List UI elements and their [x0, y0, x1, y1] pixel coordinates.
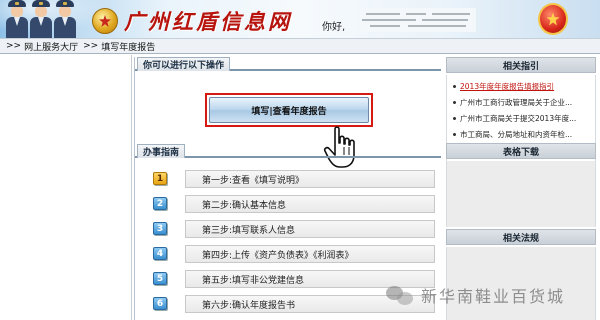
wechat-logo-icon	[386, 284, 416, 306]
step-2-link[interactable]: 第二步:确认基本信息	[185, 195, 435, 213]
guide-link-text[interactable]: 广州市工商行政管理局关于企业...	[460, 97, 572, 108]
officer-figure-2	[30, 0, 52, 38]
step-number-badge: 3	[153, 222, 167, 235]
step-number-badge: 1	[153, 172, 167, 185]
greeting-text: 你好,	[322, 22, 346, 33]
bullet-icon	[453, 100, 456, 104]
guide-link-text[interactable]: 2013年度年度报告填报指引	[460, 81, 554, 92]
guide-link-text[interactable]: 广州市工商局关于提交2013年度...	[460, 113, 576, 124]
guide-links-title: 相关指引	[446, 57, 596, 73]
officer-figure-1	[6, 0, 28, 38]
step-number-badge: 2	[153, 197, 167, 210]
step-1-link[interactable]: 第一步:查看《填写说明》	[185, 170, 435, 188]
guide-link-item[interactable]: 市工商局、分局地址和内资年检...	[453, 128, 593, 140]
gold-emblem-icon	[92, 8, 118, 34]
ops-box: 填写|查看年度报告	[135, 73, 441, 168]
list-item: 4 第四步:上传《资产负债表》《利润表》	[135, 244, 441, 264]
bullet-icon	[453, 84, 456, 88]
breadcrumb-link-service-hall[interactable]: 网上服务大厅	[24, 40, 78, 53]
step-4-link[interactable]: 第四步:上传《资产负债表》《利润表》	[185, 245, 435, 263]
guide-link-item[interactable]: 广州市工商局关于提交2013年度...	[453, 112, 593, 124]
masked-username-area	[360, 8, 476, 32]
bullet-icon	[453, 116, 456, 120]
breadcrumb: >> 网上服务大厅 >> 填写年度报告	[0, 38, 600, 54]
list-item: 1 第一步:查看《填写说明》	[135, 169, 441, 189]
breadcrumb-separator: >>	[83, 41, 99, 51]
related-laws-title: 相关法规	[446, 229, 596, 245]
main-panel: 你可以进行以下操作 填写|查看年度报告 办事指南 1 第一步:查看《填写说明》 …	[134, 57, 441, 320]
guide-link-text[interactable]: 市工商局、分局地址和内资年检...	[460, 129, 572, 140]
watermark-text: 新华南鞋业百货城	[421, 287, 566, 306]
forms-download-title: 表格下载	[446, 143, 596, 159]
site-title-group: 广州红盾信息网	[92, 6, 292, 36]
guide-link-item[interactable]: 2013年度年度报告填报指引	[453, 80, 593, 92]
guide-section-tab: 办事指南	[137, 144, 186, 158]
breadcrumb-separator: >>	[6, 41, 22, 51]
officer-figure-3	[54, 0, 76, 38]
right-sidebar: 相关指引 2013年度年度报告填报指引 广州市工商行政管理局关于企业... 广州…	[446, 57, 600, 320]
list-item: 2 第二步:确认基本信息	[135, 194, 441, 214]
ops-section-header: 你可以进行以下操作	[135, 57, 441, 71]
wechat-watermark: 新华南鞋业百货城	[386, 282, 598, 308]
list-item: 3 第三步:填写联系人信息	[135, 219, 441, 239]
site-header-banner: 广州红盾信息网 你好,	[0, 0, 600, 38]
fill-annual-report-button[interactable]: 填写|查看年度报告	[209, 97, 369, 123]
ops-section-tab: 你可以进行以下操作	[137, 57, 231, 71]
bullet-icon	[453, 132, 456, 136]
breadcrumb-current-annual-report[interactable]: 填写年度报告	[101, 40, 155, 53]
step-number-badge: 6	[153, 297, 167, 310]
step-3-link[interactable]: 第三步:填写联系人信息	[185, 220, 435, 238]
guide-section-header: 办事指南	[135, 144, 441, 158]
forms-download-area	[446, 161, 596, 227]
step-number-badge: 5	[153, 272, 167, 285]
step-number-badge: 4	[153, 247, 167, 260]
guide-link-item[interactable]: 广州市工商行政管理局关于企业...	[453, 96, 593, 108]
site-title: 广州红盾信息网	[124, 9, 292, 34]
left-empty-column	[0, 55, 132, 320]
red-shield-badge-icon	[538, 3, 568, 35]
guide-links-list: 2013年度年度报告填报指引 广州市工商行政管理局关于企业... 广州市工商局关…	[446, 75, 596, 175]
